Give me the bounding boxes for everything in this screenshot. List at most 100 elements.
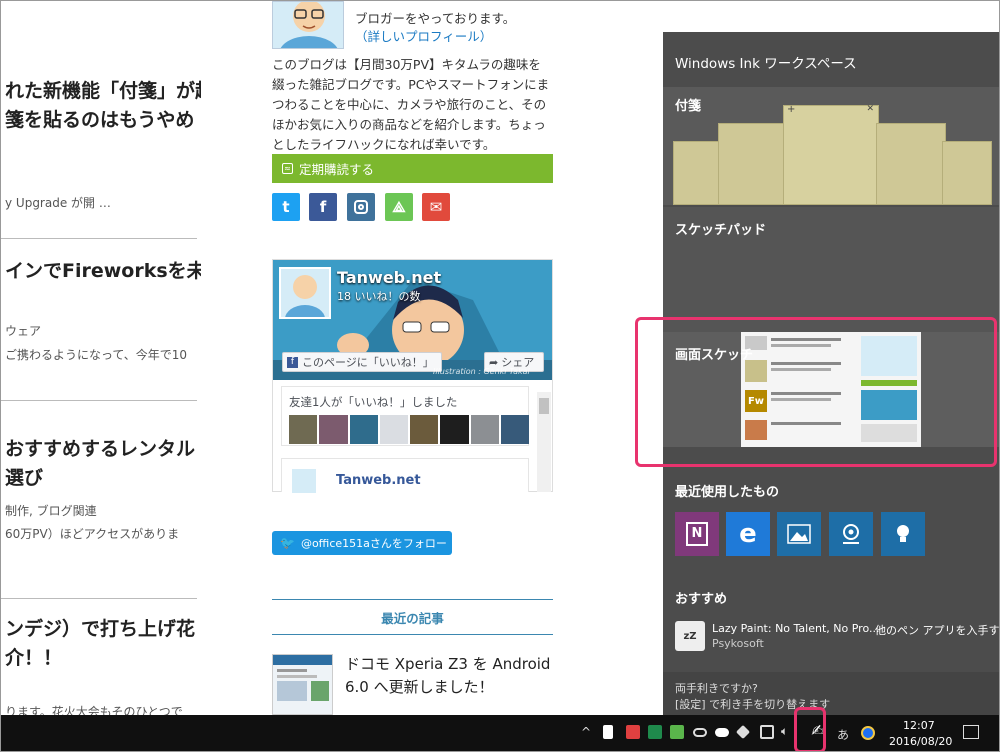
add-note-icon: + [787, 104, 796, 115]
photos-icon[interactable] [777, 512, 821, 556]
fb-post-name[interactable]: Tanweb.net [336, 473, 421, 488]
recent-apps-label: 最近使用したもの [675, 485, 780, 500]
close-note-icon: ✕ [866, 104, 874, 114]
sticky-notes-label: 付箋 [675, 99, 702, 114]
twitter-follow-label: @office151aさんをフォロー [300, 537, 447, 550]
other-pen-apps-link[interactable]: 他のペン アプリを入手する [875, 622, 999, 638]
article2-excerpt: ご携わるようになって、今年で10 [5, 348, 188, 362]
left-column: れた新機能「付箋」が超 箋を貼るのはもうやめ y Upgrade が開 … イン… [1, 1, 201, 719]
article1-meta: y Upgrade が開 … [5, 196, 111, 210]
clock-date[interactable]: 2016/08/20 [889, 735, 952, 748]
fb-like-button[interactable]: f このページに「いいね！」 [282, 352, 442, 372]
recent-posts-heading: 最近の記事 [381, 610, 444, 626]
recent-post-thumbnail[interactable] [272, 654, 333, 715]
suggested-app-publisher: Psykosoft [712, 637, 764, 650]
scroll-thumb[interactable] [539, 398, 549, 414]
chrome-app-tray-icon[interactable] [861, 726, 875, 740]
fb-scrollbar[interactable] [537, 392, 551, 492]
profile-link[interactable]: （詳しいプロフィール） [355, 27, 555, 47]
handedness-question: 両手利きですか? [675, 682, 758, 695]
profile-text: ブロガーをやっております。 [355, 11, 516, 26]
sticky-note [942, 141, 992, 205]
onenote-icon[interactable]: N [675, 512, 719, 556]
suggested-app-name[interactable]: Lazy Paint: No Talent, No Pro... [712, 622, 879, 635]
article3-category: 制作, ブログ関連 [5, 504, 97, 518]
lazy-paint-app-icon[interactable]: zZ [675, 621, 705, 651]
fb-friends-text: 友達1人が「いいね！」しました [289, 395, 458, 409]
ink-icon-highlight [794, 707, 826, 751]
friend-avatar[interactable] [440, 415, 469, 444]
friend-avatar[interactable] [410, 415, 439, 444]
instagram-icon[interactable] [347, 193, 375, 221]
sticky-note-main: + ✕ [783, 104, 879, 205]
twitter-icon[interactable]: t [272, 193, 300, 221]
article3-title-line2[interactable]: 選び [5, 463, 201, 494]
sticky-note [876, 123, 946, 205]
friend-avatar[interactable] [349, 415, 378, 444]
clock-time[interactable]: 12:07 [903, 719, 935, 732]
onedrive-icon[interactable] [715, 728, 729, 737]
divider [1, 598, 197, 599]
article1-title-line2[interactable]: 箋を貼るのはもうやめ [5, 105, 201, 136]
recent-post-title[interactable]: ドコモ Xperia Z3 を Android 6.0 へ更新しました！ [345, 653, 555, 699]
twitter-bird-icon: 🐦 [280, 536, 295, 550]
article2-category: ウェア [5, 324, 42, 338]
fb-friend-avatars [289, 415, 529, 445]
recent-posts-header: 最近の記事 [272, 599, 553, 635]
link-tray-icon[interactable] [693, 728, 707, 737]
sticky-note [718, 123, 788, 205]
show-hidden-icons-chevron-icon[interactable]: ^ [581, 725, 591, 739]
fb-logo-icon: f [287, 356, 298, 368]
divider [1, 400, 197, 401]
subscribe-bar[interactable]: ≈ 定期購読する [272, 154, 553, 183]
subscribe-label: 定期購読する [299, 162, 375, 177]
article4-title-line1[interactable]: ンデジ）で打ち上げ花 [5, 614, 201, 645]
sticky-notes-tile[interactable]: 付箋 + ✕ [663, 87, 999, 205]
friend-avatar[interactable] [500, 415, 529, 444]
defender-icon[interactable] [603, 725, 613, 739]
middle-column: ブロガーをやっております。 （詳しいプロフィール） このブログは【月間30万PV… [269, 1, 559, 715]
article1-title-line1[interactable]: れた新機能「付箋」が超 [5, 76, 201, 107]
action-center-icon[interactable] [963, 725, 979, 739]
edge-icon[interactable]: e [726, 512, 770, 556]
network-icon[interactable] [760, 725, 774, 739]
sticky-note [673, 141, 723, 205]
article3-excerpt: 60万PV）ほどアクセスがありま [5, 527, 180, 541]
excel-tray-icon[interactable] [648, 725, 662, 739]
fb-like-count: 18 いいね！の数 [337, 290, 421, 303]
illustration-credit: Illustration : Genki Takai [433, 367, 530, 376]
fb-post-box: Tanweb.net [281, 458, 529, 493]
sketchpad-label: スケッチパッド [675, 223, 767, 238]
friend-avatar[interactable] [289, 415, 318, 444]
divider [1, 238, 197, 239]
feedly-icon[interactable]: ⟁ [385, 193, 413, 221]
screenshot-frame: れた新機能「付箋」が超 箋を貼るのはもうやめ y Upgrade が開 … イン… [0, 0, 1000, 752]
ime-indicator[interactable]: あ [837, 726, 849, 743]
red-app-tray-icon[interactable] [626, 725, 640, 739]
facebook-icon[interactable]: f [309, 193, 337, 221]
mail-icon[interactable]: ✉ [422, 193, 450, 221]
rss-icon: ≈ [282, 163, 293, 174]
fb-friends-box: 友達1人が「いいね！」しました [281, 386, 529, 446]
ink-workspace-title: Windows Ink ワークスペース [675, 56, 857, 72]
article4-title-line2[interactable]: 介！！ [5, 643, 201, 674]
maps-icon[interactable] [829, 512, 873, 556]
friend-avatar[interactable] [319, 415, 348, 444]
friend-avatar[interactable] [470, 415, 499, 444]
handedness-footer[interactable]: 両手利きですか? [設定] で利き手を切り替えます [663, 672, 999, 716]
volume-icon[interactable]: 🔈︎ [781, 724, 788, 739]
dropbox-icon[interactable] [735, 724, 751, 740]
tips-icon[interactable] [881, 512, 925, 556]
suggested-label: おすすめ [675, 592, 728, 607]
twitter-follow-button[interactable]: 🐦 @office151aさんをフォロー [272, 531, 452, 555]
fb-page-name[interactable]: Tanweb.net [337, 268, 441, 287]
article3-title-line1[interactable]: おすすめするレンタル [5, 434, 201, 465]
green-app-tray-icon[interactable] [670, 725, 684, 739]
screen-sketch-highlight [635, 317, 997, 467]
article2-title[interactable]: インでFireworksを未 [5, 256, 201, 287]
friend-avatar[interactable] [379, 415, 408, 444]
fb-like-label: このページに「いいね！」 [302, 356, 434, 369]
facebook-page-widget: Tanweb.net 18 いいね！の数 f このページに「いいね！」 ➦ シェ… [272, 259, 553, 493]
taskbar: ^ 🔈︎ ✍ あ 12:07 2016/08/20 [1, 715, 999, 751]
profile-avatar [272, 1, 344, 49]
